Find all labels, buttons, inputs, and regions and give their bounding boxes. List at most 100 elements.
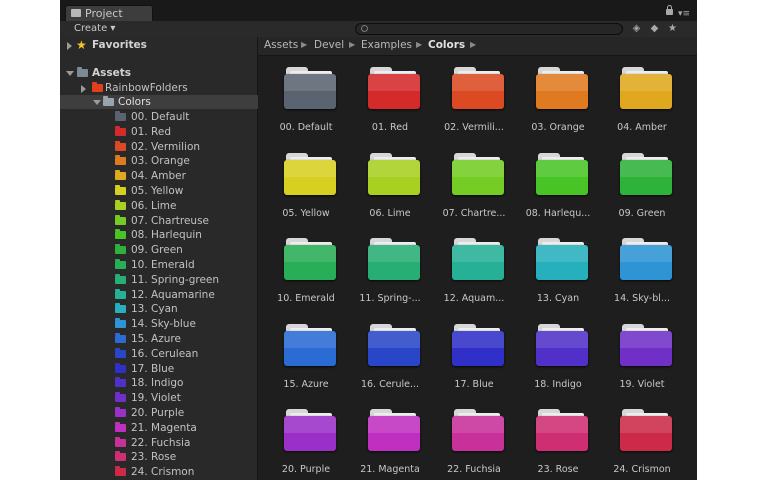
folder-icon [452,323,504,366]
folder-tile[interactable]: 14. Sky-bl... [600,228,684,314]
folder-icon [368,409,420,451]
breadcrumb-assets[interactable]: Assets [264,39,298,51]
folder-tile-label: 23. Rose [537,464,579,475]
folder-tile[interactable]: 04. Amber [600,57,684,143]
breadcrumb-devel[interactable]: Devel [314,39,344,51]
folder-tile[interactable]: 24. Crismon [600,399,684,480]
folder-tile-label: 03. Orange [531,122,585,133]
folder-tile[interactable]: 05. Yellow [264,143,348,229]
folder-tile-label: 08. Harlequ... [525,207,591,219]
save-favorite-icon[interactable]: ★ [666,23,679,35]
tree-item-label: 07. Chartreuse [131,214,210,227]
folder-tile[interactable]: 12. Aquam... [432,228,516,314]
tab-bar: Project ▾≡ [60,0,697,21]
folder-icon [620,238,672,280]
breadcrumb-examples[interactable]: Examples [361,39,412,51]
folder-icon [284,409,336,451]
folder-icon [115,466,126,477]
folder-icon [115,259,126,269]
folder-tile[interactable]: 10. Emerald [264,228,348,314]
folder-tile-label: 01. Red [371,122,409,133]
tree-item-label: 03. Orange [131,155,190,168]
chevron-right-icon[interactable] [81,85,86,93]
folder-tile[interactable]: 18. Indigo [516,314,600,400]
folder-tile[interactable]: 13. Cyan [516,228,600,314]
folder-icon [115,185,126,195]
folder-icon [115,362,126,373]
folder-tile[interactable]: 02. Vermili... [432,57,516,143]
folder-tile-label: 22. Fuchsia [447,464,501,475]
search-input[interactable] [355,23,623,35]
folder-tile[interactable]: 01. Red [348,57,432,143]
search-icon [361,25,368,32]
folder-icon [536,238,588,280]
folder-icon [115,170,126,181]
tree-item-label: 00. Default [131,111,190,123]
filter-by-type-icon[interactable]: ◈ [630,23,643,35]
chevron-down-icon[interactable] [66,71,74,76]
folder-icon [115,421,126,432]
folder-tile-label: 17. Blue [454,378,494,390]
folder-icon [284,152,336,195]
folder-icon [284,323,336,366]
folder-tile-label: 05. Yellow [282,207,330,219]
folder-tile[interactable]: 22. Fuchsia [432,399,516,480]
folder-tile[interactable]: 21. Magenta [348,399,432,480]
folder-icon [115,347,126,358]
create-button[interactable]: Create ▾ [74,23,115,34]
chevron-down-icon: ▾ [110,23,116,34]
chevron-right-icon: ▶ [301,40,308,49]
selected-row-highlight [60,95,258,109]
rainbow-folder-icon [92,82,103,92]
folder-icon [115,318,126,329]
folder-tile[interactable]: 20. Purple [264,399,348,480]
folder-icon [115,333,126,343]
folder-icon [115,451,126,462]
chevron-right-icon: ▶ [349,40,356,49]
folder-tile-label: 04. Amber [617,122,667,133]
folder-tile[interactable]: 19. Violet [600,314,684,400]
chevron-right-icon: ▶ [416,40,423,49]
folder-tile-label: 19. Violet [619,378,665,390]
folder-tile[interactable]: 08. Harlequ... [516,143,600,229]
lock-icon[interactable] [666,5,673,15]
tree-item-label: 22. Fuchsia [131,436,191,449]
menu-icon[interactable]: ▾≡ [678,10,690,19]
folder-icon [620,409,672,451]
folder-icon [115,155,126,166]
project-window: Project ▾≡ Create ▾ ◈ ◆ ★ ★ Favorites As… [60,0,697,480]
chevron-right-icon[interactable] [67,42,72,50]
folder-tile[interactable]: 00. Default [264,57,348,143]
folder-icon [115,140,126,151]
folder-tile[interactable]: 07. Chartre... [432,143,516,229]
folder-tile[interactable]: 09. Green [600,143,684,229]
tree-item-label: 02. Vermilion [131,140,201,153]
folder-tile[interactable]: 11. Spring-... [348,228,432,314]
folder-tile[interactable]: 16. Cerule... [348,314,432,400]
folder-tile-label: 13. Cyan [536,293,580,304]
toolbar: Create ▾ ◈ ◆ ★ [60,21,697,38]
folder-tile[interactable]: 17. Blue [432,314,516,400]
folder-tile[interactable]: 15. Azure [264,314,348,400]
folder-icon [115,288,126,299]
folder-tile-label: 02. Vermili... [444,122,504,133]
tree-item-label: 10. Emerald [131,259,195,271]
tab-project[interactable]: Project [65,5,153,21]
folder-tile[interactable]: 23. Rose [516,399,600,480]
breadcrumb-colors[interactable]: Colors [428,39,465,51]
folder-icon [536,409,588,451]
tree-item-label: 23. Rose [131,451,177,464]
folder-icon [103,96,114,106]
tree-item-label: 01. Red [131,125,171,138]
tree-item-label: 19. Violet [131,392,181,405]
folder-tile[interactable]: 06. Lime [348,143,432,229]
folder-tile-label: 06. Lime [369,207,411,219]
folder-tile-label: 14. Sky-bl... [614,293,670,304]
folder-tile[interactable]: 03. Orange [516,57,600,143]
folder-icon [115,407,126,417]
filter-by-label-icon[interactable]: ◆ [648,23,661,35]
folder-icon [115,214,126,225]
chevron-down-icon[interactable] [93,100,101,105]
folder-icon [115,273,126,284]
folder-icon [115,229,126,240]
